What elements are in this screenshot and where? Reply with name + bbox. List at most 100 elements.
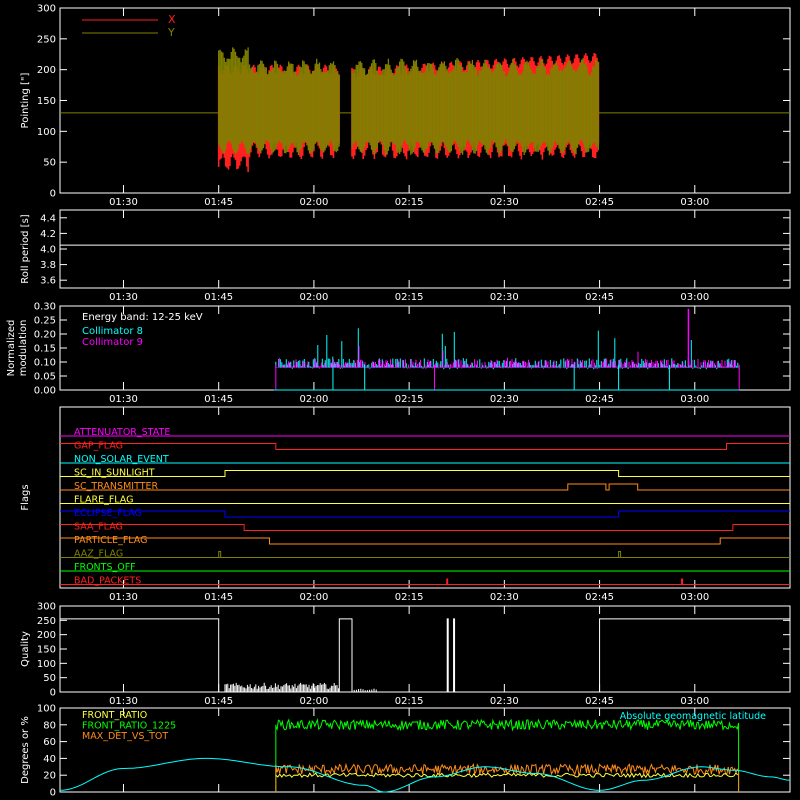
flag-sc-in-sunlight-line (60, 470, 790, 477)
x-tick-label: 01:45 (204, 696, 233, 707)
legend-label-front-ratio-1225: FRONT_RATIO_1225 (82, 721, 176, 732)
x-tick-label: 03:00 (680, 696, 709, 707)
y-tick-label: 200 (37, 630, 56, 641)
quality-line (60, 618, 790, 693)
x-tick-label: 02:30 (490, 592, 519, 603)
chart-canvas: 01:30 01:45 02:00 02:15 02:30 02:45 03:00 0 50 10… (6, 4, 791, 799)
y-axis-label: Quality (20, 631, 31, 667)
series-y-segment (351, 58, 600, 156)
y-tick-label: 60 (43, 737, 56, 748)
y-tick-label: 100 (37, 127, 56, 138)
x-tick-label: 02:15 (395, 592, 424, 603)
y-tick-label: 0 (50, 788, 56, 799)
x-tick-label: 02:00 (299, 592, 328, 603)
x-tick-label: 02:00 (299, 197, 328, 208)
y-tick-label: 4.4 (40, 213, 56, 224)
y-axis-label: Roll period [s] (20, 214, 31, 283)
x-tick-label: 02:30 (490, 292, 519, 303)
flag-saa-flag-label: SAA_FLAG (74, 522, 123, 533)
y-tick-label: 4.2 (40, 229, 56, 240)
legend-label-x: X (168, 13, 176, 26)
y-tick-label: 3.8 (40, 260, 56, 271)
x-tick-label: 01:30 (109, 394, 138, 405)
x-tick-label: 03:00 (680, 197, 709, 208)
y-axis-label: Pointing ["] (20, 72, 31, 128)
aaz-pulse (618, 551, 622, 558)
series-y-segment (218, 47, 340, 155)
flag-saa-flag-line (60, 524, 790, 531)
y-tick-label: 300 (37, 4, 56, 15)
x-tick-label: 02:15 (395, 696, 424, 707)
x-tick-label: 02:15 (395, 292, 424, 303)
legend: XY (82, 13, 176, 39)
y-tick-label: 250 (37, 34, 56, 45)
legend-label-front-ratio: FRONT_RATIO (82, 710, 147, 721)
x-tick-label: 02:45 (585, 696, 614, 707)
annotation-geomagnetic: Absolute geomagnetic latitude (620, 711, 766, 722)
panel-frame-1 (59, 209, 791, 289)
y-tick-label: 0.15 (34, 344, 56, 355)
x-tick-label: 02:45 (585, 292, 614, 303)
x-tick-label: 02:00 (299, 394, 328, 405)
legend-label-collimator-9: Collimator 9 (82, 337, 143, 348)
x-tick-label: 01:45 (204, 292, 233, 303)
legend-label-y: Y (167, 26, 175, 39)
x-tick-label: 01:30 (109, 696, 138, 707)
x-tick-label: 02:45 (585, 394, 614, 405)
x-tick-label: 02:30 (490, 197, 519, 208)
y-tick-label: 80 (43, 720, 56, 731)
x-tick-label: 03:00 (680, 592, 709, 603)
x-tick-label: 03:00 (680, 394, 709, 405)
x-tick-label: 01:30 (109, 592, 138, 603)
legend-label-collimator-8: Collimator 8 (82, 326, 143, 337)
x-tick-label: 02:30 (490, 696, 519, 707)
y-tick-label: 150 (37, 96, 56, 107)
flag-gap-flag-label: GAP_FLAG (74, 441, 123, 452)
x-tick-label: 02:30 (490, 394, 519, 405)
quality-noise (224, 682, 377, 692)
series-max-det-vs-tot (275, 762, 740, 792)
y-tick-label: 0.00 (34, 386, 56, 397)
y-tick-label: 250 (37, 616, 56, 627)
y-tick-label: 100 (37, 659, 56, 670)
x-tick-label: 01:45 (204, 394, 233, 405)
flag-eclipse-flag-label: ECLIPSE_FLAG (74, 508, 142, 519)
y-tick-label: 150 (37, 645, 56, 656)
y-tick-label: 3.6 (40, 276, 56, 287)
y-tick-label: 0.10 (34, 358, 56, 369)
y-tick-label: 0.20 (34, 330, 56, 341)
x-tick-label: 02:45 (585, 592, 614, 603)
y-tick-label: 0 (50, 189, 56, 200)
flag-sc-transmitter-line (60, 483, 790, 491)
y-axis-label: Flags (20, 484, 31, 510)
series-front-ratio-1225 (275, 717, 740, 792)
flag-particle-flag-label: PARTICLE_FLAG (74, 535, 147, 546)
x-tick-label: 02:45 (585, 197, 614, 208)
y-tick-label: 50 (43, 158, 56, 169)
aaz-pulse (218, 551, 222, 558)
x-tick-label: 02:15 (395, 197, 424, 208)
y-tick-label: 200 (37, 65, 56, 76)
y-tick-label: 40 (43, 754, 56, 765)
y-tick-label: 4.0 (40, 245, 56, 256)
x-tick-label: 02:15 (395, 394, 424, 405)
annotation-energy-band: Energy band: 12-25 keV (82, 312, 203, 323)
flag-eclipse-flag-line (60, 510, 790, 518)
y-tick-label: 0.05 (34, 372, 56, 383)
y-tick-label: 100 (37, 704, 56, 715)
y-axis-label: Degrees or % (20, 716, 31, 784)
y-tick-label: 0 (50, 688, 56, 699)
y-tick-label: 300 (37, 602, 56, 613)
y-tick-label: 0.25 (34, 316, 56, 327)
x-tick-label: 02:00 (299, 696, 328, 707)
flag-gap-flag-line (60, 443, 790, 450)
y-axis-label-line2: modulation (18, 320, 29, 377)
x-tick-label: 03:00 (680, 292, 709, 303)
x-tick-label: 01:45 (204, 592, 233, 603)
x-tick-label: 01:30 (109, 292, 138, 303)
y-tick-label: 20 (43, 771, 56, 782)
flag-particle-flag-line (60, 537, 790, 545)
x-tick-label: 01:45 (204, 197, 233, 208)
x-tick-label: 01:30 (109, 197, 138, 208)
y-tick-label: 50 (43, 673, 56, 684)
